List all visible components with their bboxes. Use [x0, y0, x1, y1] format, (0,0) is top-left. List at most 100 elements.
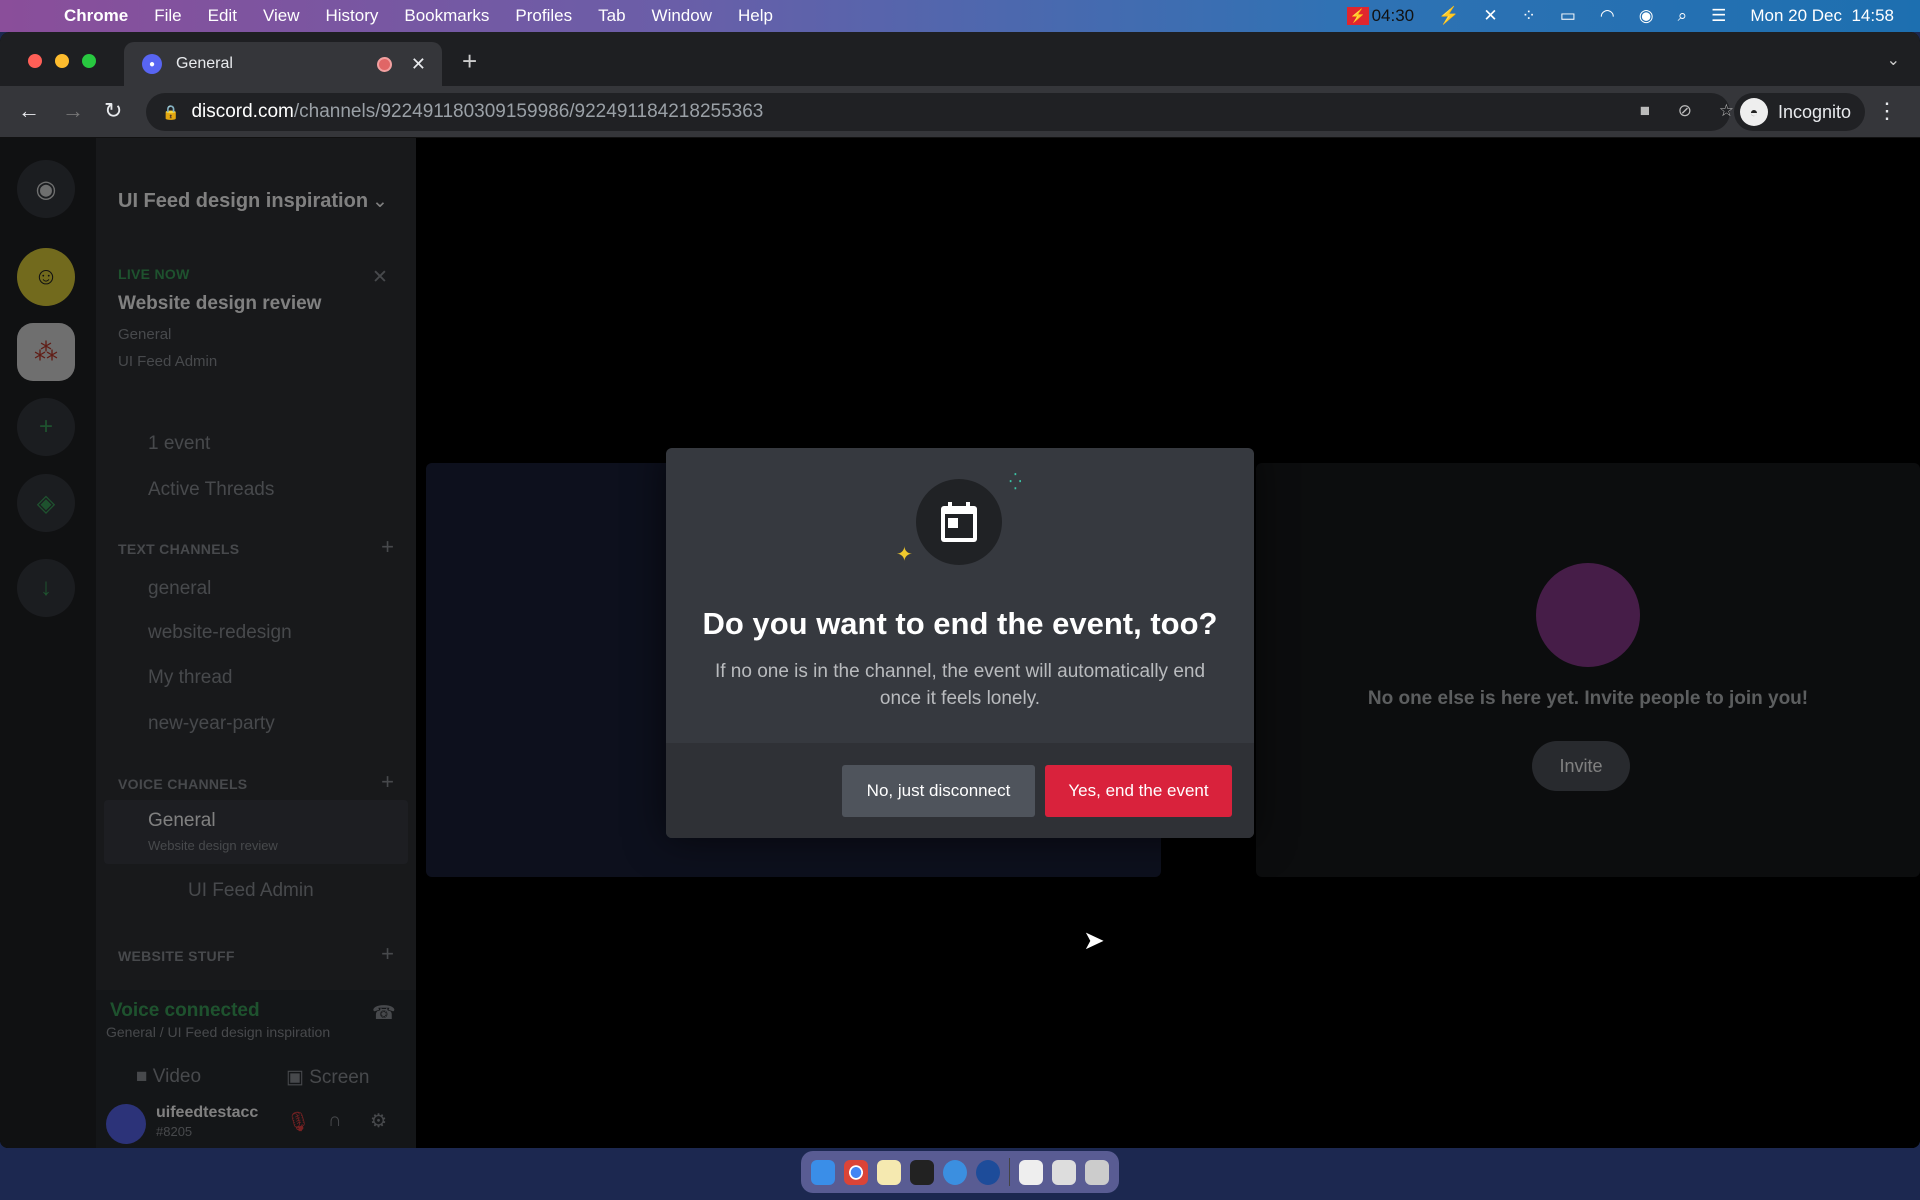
- recording-icon: ⚡: [1346, 7, 1369, 25]
- chrome-icon[interactable]: [844, 1159, 868, 1185]
- recording-indicator[interactable]: ⚡ 04:30: [1346, 6, 1415, 26]
- document-icon[interactable]: [1018, 1159, 1043, 1185]
- add-website-channel-icon[interactable]: +: [381, 941, 394, 967]
- active-threads-link[interactable]: Active Threads: [148, 479, 274, 501]
- wifi-icon[interactable]: ◠: [1600, 6, 1615, 26]
- menu-app-name[interactable]: Chrome: [64, 6, 128, 26]
- thread-my-thread[interactable]: My thread: [148, 667, 232, 689]
- tab-general[interactable]: ● General ✕: [124, 42, 442, 86]
- sparkle-dots-icon: ⁛: [1009, 474, 1022, 491]
- menu-view[interactable]: View: [263, 6, 300, 26]
- voice-member[interactable]: UI Feed Admin: [188, 880, 314, 902]
- screenshot-icon[interactable]: [1051, 1159, 1076, 1185]
- sparkle-icon: ✦: [896, 544, 913, 566]
- menu-edit[interactable]: Edit: [208, 6, 237, 26]
- dots-icon[interactable]: ⁘: [1522, 6, 1536, 26]
- close-tab-icon[interactable]: ✕: [411, 54, 426, 75]
- notes-icon[interactable]: [877, 1159, 901, 1185]
- add-server-icon[interactable]: +: [17, 398, 75, 456]
- close-window-button[interactable]: [28, 54, 42, 68]
- recording-dot-icon: [377, 56, 392, 72]
- discord-home-icon[interactable]: ◉: [17, 160, 75, 218]
- terminal-icon[interactable]: [910, 1159, 934, 1185]
- menu-history[interactable]: History: [325, 6, 378, 26]
- gear-icon[interactable]: ⚙: [370, 1110, 387, 1133]
- user-icon[interactable]: ◉: [1639, 6, 1654, 26]
- close-icon[interactable]: ✕: [372, 266, 388, 289]
- tab-search-chevron-icon[interactable]: ⌄: [1887, 50, 1900, 70]
- channel-website-redesign[interactable]: website-redesign: [148, 622, 292, 644]
- camera-icon[interactable]: ■: [1640, 101, 1650, 121]
- trash-icon[interactable]: [1084, 1159, 1109, 1185]
- server-name[interactable]: UI Feed design inspiration: [118, 190, 368, 213]
- lock-icon[interactable]: 🔒: [162, 104, 179, 121]
- explore-servers-icon[interactable]: ◈: [17, 474, 75, 532]
- menu-bookmarks[interactable]: Bookmarks: [404, 6, 489, 26]
- clock[interactable]: Mon 20 Dec 14:58: [1750, 6, 1894, 26]
- incognito-icon: ◓: [1740, 98, 1768, 126]
- minimize-window-button[interactable]: [55, 54, 69, 68]
- menu-profiles[interactable]: Profiles: [515, 6, 572, 26]
- voice-connected-status[interactable]: Voice connected: [110, 1000, 260, 1022]
- download-apps-icon[interactable]: ↓: [17, 559, 75, 617]
- calendar-icon: [916, 479, 1002, 565]
- bolt-icon[interactable]: ⚡: [1438, 6, 1459, 26]
- forward-button[interactable]: →: [62, 98, 84, 124]
- tab-title: General: [176, 55, 233, 72]
- tab-strip: ● General ✕ + ⌄: [0, 32, 1920, 86]
- video-button[interactable]: ■ Video: [136, 1066, 201, 1088]
- dialog-body: If no one is in the channel, the event w…: [714, 661, 1206, 709]
- profile-label: Incognito: [1778, 101, 1852, 122]
- headphones-icon[interactable]: ∩: [328, 1110, 342, 1132]
- end-event-button[interactable]: Yes, end the event: [1045, 765, 1232, 817]
- finder-icon[interactable]: [811, 1159, 835, 1185]
- server-rail: ◉ ☺ ⁂ + ◈ ↓: [0, 138, 96, 1148]
- server-icon-ui-feed[interactable]: ⁂: [17, 323, 75, 381]
- voice-channel-event: Website design review: [148, 838, 278, 853]
- maximize-window-button[interactable]: [82, 54, 96, 68]
- screen-label: Screen: [309, 1067, 370, 1088]
- server-icon-mailchimp[interactable]: ☺: [17, 248, 75, 306]
- add-voice-channel-icon[interactable]: +: [381, 769, 394, 795]
- events-link[interactable]: 1 event: [148, 433, 210, 455]
- profile-button[interactable]: ◓ Incognito: [1734, 93, 1866, 131]
- video-label: Video: [152, 1066, 202, 1087]
- menu-tab[interactable]: Tab: [598, 6, 625, 26]
- channel-general[interactable]: general: [148, 578, 211, 600]
- just-disconnect-button[interactable]: No, just disconnect: [842, 765, 1035, 817]
- menu-window[interactable]: Window: [652, 6, 712, 26]
- invite-button[interactable]: Invite: [1532, 741, 1630, 791]
- mouse-cursor-icon: ➤: [1083, 925, 1105, 955]
- eye-off-icon[interactable]: ⊘: [1678, 101, 1692, 121]
- user-avatar[interactable]: [106, 1104, 146, 1144]
- live-event-title[interactable]: Website design review: [118, 293, 321, 315]
- category-website-stuff[interactable]: WEBSITE STUFF: [118, 948, 235, 964]
- address-bar[interactable]: 🔒 discord.com/channels/92249118030915998…: [146, 93, 1734, 131]
- menu-file[interactable]: File: [154, 6, 181, 26]
- category-text-channels[interactable]: TEXT CHANNELS: [118, 541, 239, 557]
- disconnect-icon[interactable]: ☎: [372, 1002, 396, 1025]
- dialog-title: Do you want to end the event, too?: [702, 606, 1218, 641]
- control-center-icon[interactable]: ☰: [1711, 6, 1726, 26]
- menu-help[interactable]: Help: [738, 6, 773, 26]
- add-channel-icon[interactable]: +: [381, 534, 394, 560]
- more-menu-icon[interactable]: ⋮: [1876, 98, 1898, 124]
- search-icon[interactable]: ⌕: [1678, 6, 1688, 26]
- screen-share-button[interactable]: ▣ Screen: [286, 1066, 369, 1089]
- bolt-app-icon[interactable]: [976, 1159, 1000, 1185]
- category-voice-channels[interactable]: VOICE CHANNELS: [118, 776, 247, 792]
- voice-channel-general[interactable]: General Website design review: [104, 800, 408, 864]
- chevron-down-icon[interactable]: ⌄: [372, 190, 388, 213]
- channel-new-year-party[interactable]: new-year-party: [148, 713, 275, 735]
- back-button[interactable]: ←: [18, 98, 40, 124]
- live-now-label: LIVE NOW: [118, 266, 190, 282]
- browser-toolbar: ← → ↻ 🔒 discord.com/channels/92249118030…: [0, 86, 1920, 138]
- battery-icon[interactable]: ▭: [1560, 6, 1576, 26]
- mute-icon[interactable]: 🎙: [286, 1110, 310, 1134]
- safari-icon[interactable]: [943, 1159, 967, 1185]
- new-tab-button[interactable]: +: [462, 46, 477, 77]
- bluetooth-icon[interactable]: ✕: [1483, 6, 1497, 26]
- star-icon[interactable]: ☆: [1719, 101, 1734, 121]
- recording-time: 04:30: [1371, 6, 1415, 25]
- reload-button[interactable]: ↻: [104, 98, 122, 124]
